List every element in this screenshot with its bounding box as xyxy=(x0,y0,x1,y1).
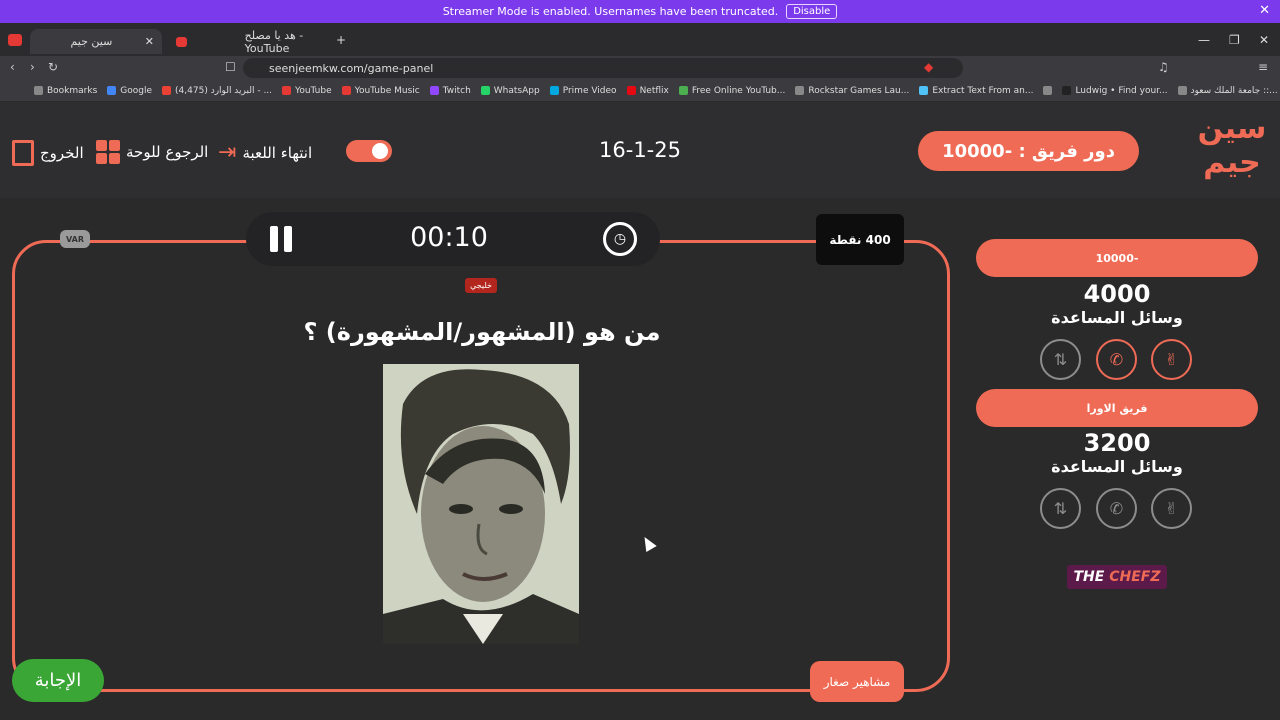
bookmark-item[interactable]: YouTube xyxy=(282,86,332,96)
back-icon[interactable]: ‹ xyxy=(10,60,15,74)
bookmark-item[interactable]: Twitch xyxy=(429,86,471,96)
close-tab-icon[interactable]: ✕ xyxy=(145,35,154,48)
bookmark-item[interactable]: WhatsApp xyxy=(480,86,540,96)
swap-icon[interactable]: ⇅ xyxy=(1040,339,1081,380)
phone-icon[interactable]: ✆ xyxy=(1096,339,1137,380)
bookmark-item[interactable]: Rockstar Games Lau... xyxy=(795,86,909,96)
restore-icon[interactable]: ❐ xyxy=(1229,33,1240,47)
disable-streamer-button[interactable]: Disable xyxy=(786,4,838,19)
reload-icon[interactable]: ↻ xyxy=(48,60,58,74)
tab-seenjeem[interactable]: سين جيم ✕ xyxy=(30,29,162,54)
tab-title: هد يا مصلح - YouTube xyxy=(244,28,304,55)
tab-title: سين جيم xyxy=(70,35,113,48)
bookmark-item[interactable]: Bookmarks xyxy=(34,86,97,96)
peace-icon[interactable]: ✌ xyxy=(1151,339,1192,380)
bookmark-item[interactable]: Prime Video xyxy=(549,86,617,96)
bookmark-item[interactable]: Google xyxy=(107,86,152,96)
reset-timer-icon[interactable]: ◷ xyxy=(603,222,637,256)
music-icon[interactable]: ♫ xyxy=(1158,60,1169,74)
bookmark-item[interactable]: Netflix xyxy=(626,86,669,96)
game-date: 16-1-25 xyxy=(599,138,681,162)
address-bar[interactable]: seenjeemkw.com/game-panel xyxy=(243,58,963,78)
new-tab-icon[interactable]: + xyxy=(336,33,346,47)
minimize-icon[interactable]: — xyxy=(1198,33,1210,47)
phone-icon[interactable]: ✆ xyxy=(1096,488,1137,529)
category-badge: مشاهير صغار xyxy=(810,661,904,702)
points-badge: 400 نقطة xyxy=(816,214,904,265)
reveal-answer-button[interactable]: الإجابة xyxy=(12,659,104,702)
sponsor-logo: THE CHEFZ xyxy=(1067,565,1167,589)
peace-icon[interactable]: ✌ xyxy=(1151,488,1192,529)
bookmark-item[interactable]: جامعة الملك سعود ::... xyxy=(1177,86,1278,96)
helpers-label: وسائل المساعدة xyxy=(1051,308,1183,327)
brave-shield-icon[interactable]: ◆ xyxy=(924,60,933,74)
question-photo xyxy=(383,364,579,644)
bookmark-item[interactable]: YouTube Music xyxy=(341,86,420,96)
question-text: من هو (المشهور/المشهورة) ؟ xyxy=(303,318,661,346)
end-game-toggle[interactable] xyxy=(346,140,392,162)
bookmark-item[interactable]: Ludwig • Find your... xyxy=(1062,86,1168,96)
helpers-label: وسائل المساعدة xyxy=(1051,457,1183,476)
forward-icon[interactable]: › xyxy=(30,60,35,74)
streamer-message: Streamer Mode is enabled. Usernames have… xyxy=(442,5,779,18)
team-name-pill: فريق الاورا xyxy=(976,389,1258,427)
exit-button[interactable]: الخروج xyxy=(12,140,84,166)
bookmark-item[interactable]: (4,475) البريد الوارد - ... xyxy=(162,86,272,96)
youtube-icon xyxy=(176,36,187,47)
pause-icon[interactable] xyxy=(270,226,294,252)
bookmark-icon[interactable]: ☐ xyxy=(225,60,236,74)
arrow-in-icon: ⇥ xyxy=(218,140,237,165)
timer-display: 00:10 xyxy=(410,222,488,253)
close-banner-icon[interactable]: ✕ xyxy=(1259,3,1270,18)
team-name-pill: -10000 xyxy=(976,239,1258,277)
streamer-mode-banner: Streamer Mode is enabled. Usernames have… xyxy=(0,0,1280,23)
bookmark-item[interactable]: Extract Text From an... xyxy=(919,86,1033,96)
team-score: 4000 xyxy=(1083,280,1151,308)
tab-youtube[interactable]: هد يا مصلح - YouTube xyxy=(168,28,334,55)
team-turn-indicator: دور فريق : -10000 xyxy=(918,131,1139,171)
region-tag: خليجي xyxy=(465,278,497,293)
var-button[interactable]: VAR xyxy=(60,230,90,248)
grid-icon xyxy=(96,140,120,164)
bookmark-item[interactable] xyxy=(1043,86,1053,95)
bookmark-item[interactable]: Free Online YouTub... xyxy=(678,86,785,96)
browser-menu-icon[interactable] xyxy=(8,34,22,46)
seenjeem-logo: سين جيم xyxy=(1197,111,1267,180)
close-window-icon[interactable]: ✕ xyxy=(1259,33,1269,47)
exit-door-icon xyxy=(12,140,34,166)
end-game-button[interactable]: ⇥ انتهاء اللعبة xyxy=(218,140,312,165)
url-text: seenjeemkw.com/game-panel xyxy=(269,61,434,75)
swap-icon[interactable]: ⇅ xyxy=(1040,488,1081,529)
back-to-board-button[interactable]: الرجوع للوحة xyxy=(96,140,208,164)
menu-icon[interactable]: ≡ xyxy=(1258,60,1268,74)
bookmarks-bar: Bookmarks Google (4,475) البريد الوارد -… xyxy=(0,80,1280,102)
team-score: 3200 xyxy=(1083,429,1151,457)
